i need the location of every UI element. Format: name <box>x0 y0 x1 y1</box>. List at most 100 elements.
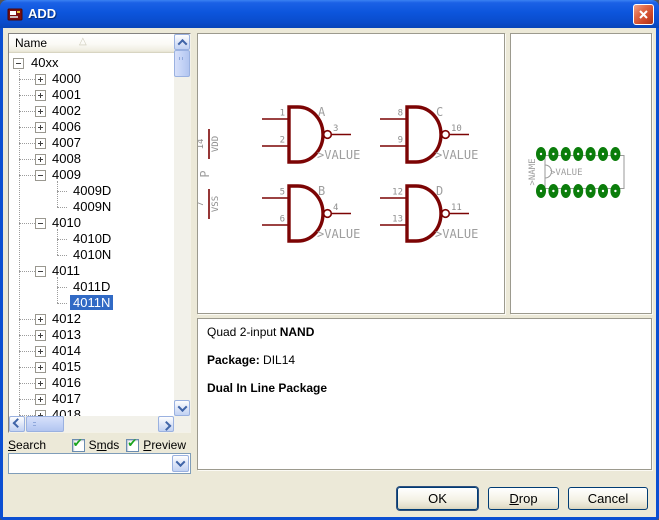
scroll-down-button[interactable] <box>174 400 190 416</box>
tree-item-4010n[interactable]: 4010N <box>70 247 114 262</box>
scroll-left-button[interactable] <box>9 416 25 432</box>
checkbox-smds[interactable]: ✔ <box>72 439 85 452</box>
tree-expand-box-4000[interactable] <box>35 74 46 85</box>
thumb-grip <box>179 57 185 60</box>
tree-collapse-box-40xx[interactable] <box>13 58 24 69</box>
tree-item-4013[interactable]: 4013 <box>49 327 84 342</box>
tree-rail <box>57 277 58 303</box>
svg-text:2: 2 <box>280 136 285 146</box>
thumb-grip <box>33 422 36 426</box>
scrollbar-corner <box>174 416 190 432</box>
tree-expand-box-4008[interactable] <box>35 154 46 165</box>
tree-collapse-box-4010[interactable] <box>35 218 46 229</box>
tree-expand-box-4018[interactable] <box>35 410 46 416</box>
tree-item-4015[interactable]: 4015 <box>49 359 84 374</box>
tree-item-4016[interactable]: 4016 <box>49 375 84 390</box>
svg-text:>VALUE: >VALUE <box>435 227 478 241</box>
svg-text:12: 12 <box>392 188 403 198</box>
description-line-1: Quad 2-input NAND <box>207 325 642 339</box>
tree-expand-box-4002[interactable] <box>35 106 46 117</box>
tree-connector <box>57 303 67 304</box>
schematic-preview-panel: 123A>VALUE8910C>VALUE564B>VALUE121311D>V… <box>197 33 505 314</box>
tree-connector <box>19 271 35 272</box>
checkbox-label-smds[interactable]: Smds <box>89 438 120 452</box>
svg-text:C: C <box>436 105 443 119</box>
tree-connector <box>19 399 35 400</box>
combobox-dropdown-button[interactable] <box>172 455 189 472</box>
tree-connector <box>19 79 35 80</box>
search-combobox[interactable] <box>8 453 191 474</box>
tree-item-4011d[interactable]: 4011D <box>70 279 113 294</box>
tree-item-4011[interactable]: 4011 <box>49 263 83 278</box>
tree-horizontal-scrollbar[interactable] <box>9 416 174 432</box>
tree-column-header-name[interactable]: Name △ <box>9 34 174 53</box>
tree-expand-box-4015[interactable] <box>35 362 46 373</box>
drop-button[interactable]: Drop <box>488 487 559 510</box>
tree-item-4002[interactable]: 4002 <box>49 103 84 118</box>
tree-item-4007[interactable]: 4007 <box>49 135 84 150</box>
horizontal-scroll-thumb[interactable] <box>26 416 64 432</box>
svg-text:8: 8 <box>398 109 403 119</box>
tree-connector <box>19 351 35 352</box>
nand-gate-a: 123A>VALUE <box>262 105 360 162</box>
checkbox-label-preview[interactable]: Preview <box>143 438 186 452</box>
title-bar[interactable]: ADD <box>0 0 659 28</box>
tree-item-4009n[interactable]: 4009N <box>70 199 114 214</box>
tree-collapse-box-4011[interactable] <box>35 266 46 277</box>
tree-item-4018[interactable]: 4018 <box>49 407 84 416</box>
svg-text:9: 9 <box>398 136 403 146</box>
tree-item-4017[interactable]: 4017 <box>49 391 84 406</box>
dil14-package: >NAME >VALUE <box>528 147 624 198</box>
tree-connector <box>19 383 35 384</box>
tree-collapse-box-4009[interactable] <box>35 170 46 181</box>
tree-connector <box>19 335 35 336</box>
checkbox-preview[interactable]: ✔ <box>126 439 139 452</box>
package-name: DIL14 <box>260 353 295 367</box>
close-icon <box>638 9 649 20</box>
cancel-button[interactable]: Cancel <box>568 487 648 510</box>
chevron-right-icon <box>161 420 171 430</box>
tree-item-4006[interactable]: 4006 <box>49 119 84 134</box>
tree-item-4011n[interactable]: 4011N <box>70 295 113 310</box>
tree-connector <box>19 111 35 112</box>
chevron-left-icon <box>12 418 22 428</box>
checkbox-group-smds: ✔ Smds <box>72 438 120 452</box>
tree-connector <box>19 95 35 96</box>
ok-button[interactable]: OK <box>397 487 478 510</box>
tree-expand-box-4013[interactable] <box>35 330 46 341</box>
svg-text:6: 6 <box>280 215 285 225</box>
nand-gate-b: 564B>VALUE <box>262 184 360 241</box>
tree-item-4010d[interactable]: 4010D <box>70 231 114 246</box>
tree-item-4010[interactable]: 4010 <box>49 215 84 230</box>
description-panel: Quad 2-input NAND Package: DIL14 Dual In… <box>197 318 652 470</box>
tree-vertical-scrollbar[interactable] <box>174 34 190 416</box>
search-label: Search <box>8 438 72 452</box>
scroll-right-button[interactable] <box>158 416 174 432</box>
tree-item-4012[interactable]: 4012 <box>49 311 84 326</box>
tree-item-4001[interactable]: 4001 <box>49 87 84 102</box>
package-label: Package: <box>207 353 260 367</box>
vertical-scroll-thumb[interactable] <box>174 50 190 77</box>
svg-text:>NAME: >NAME <box>528 158 538 185</box>
tree-connector <box>57 207 67 208</box>
tree-expand-box-4016[interactable] <box>35 378 46 389</box>
close-button[interactable] <box>633 4 654 25</box>
tree-expand-box-4017[interactable] <box>35 394 46 405</box>
tree-rail <box>57 181 58 207</box>
tree-item-4008[interactable]: 4008 <box>49 151 84 166</box>
library-tree-panel: Name △ 40xx40004001400240064007400840094… <box>8 33 191 433</box>
scroll-up-button[interactable] <box>174 34 190 50</box>
tree-item-4009[interactable]: 4009 <box>49 167 84 182</box>
svg-text:VDD: VDD <box>211 136 221 152</box>
svg-text:>VALUE: >VALUE <box>550 168 583 178</box>
tree-item-4014[interactable]: 4014 <box>49 343 84 358</box>
tree-expand-box-4012[interactable] <box>35 314 46 325</box>
tree-expand-box-4001[interactable] <box>35 90 46 101</box>
tree-expand-box-4006[interactable] <box>35 122 46 133</box>
tree-expand-box-4007[interactable] <box>35 138 46 149</box>
tree-expand-box-4014[interactable] <box>35 346 46 357</box>
tree-item-40xx[interactable]: 40xx <box>28 55 61 70</box>
tree-item-4000[interactable]: 4000 <box>49 71 84 86</box>
chevron-down-icon <box>177 402 187 412</box>
tree-item-4009d[interactable]: 4009D <box>70 183 114 198</box>
